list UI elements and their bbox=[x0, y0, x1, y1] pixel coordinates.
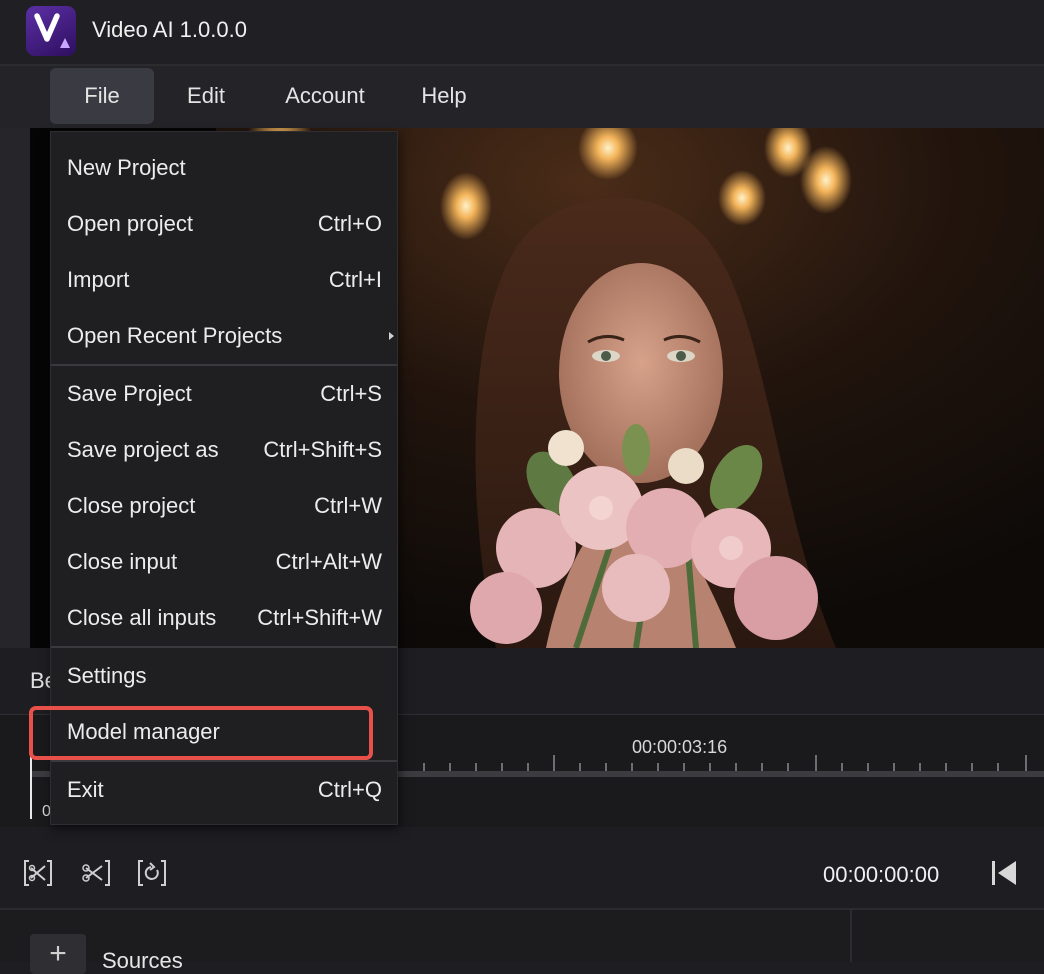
menu-item-import[interactable]: Import Ctrl+I bbox=[51, 252, 397, 308]
menu-item-shortcut: Ctrl+Alt+W bbox=[275, 549, 382, 574]
menu-item-label: Exit bbox=[67, 777, 104, 802]
reset-icon[interactable] bbox=[138, 858, 166, 888]
menu-item-shortcut: Ctrl+W bbox=[314, 493, 382, 518]
menu-item-save-project[interactable]: Save Project Ctrl+S bbox=[51, 366, 397, 422]
menu-item-shortcut: Ctrl+I bbox=[328, 267, 382, 292]
current-timecode: 00:00:00:00 bbox=[823, 862, 940, 887]
menu-item-label: Open Recent Projects bbox=[67, 323, 283, 348]
menu-item-open-project[interactable]: Open project Ctrl+O bbox=[51, 196, 397, 252]
menu-item-open-recent-projects[interactable]: Open Recent Projects bbox=[51, 308, 397, 364]
playhead[interactable] bbox=[30, 723, 32, 819]
sources-panel: + Sources bbox=[0, 908, 1044, 974]
menu-item-exit[interactable]: Exit Ctrl+Q bbox=[51, 762, 397, 818]
menu-item-label: Close project bbox=[67, 493, 196, 518]
video-ai-logo-icon bbox=[26, 6, 76, 56]
menu-item-shortcut: Ctrl+Shift+W bbox=[257, 605, 382, 630]
menu-item-label: Save Project bbox=[67, 381, 192, 406]
menu-item-settings[interactable]: Settings bbox=[51, 648, 397, 704]
menu-item-close-project[interactable]: Close project Ctrl+W bbox=[51, 478, 397, 534]
trim-icon[interactable] bbox=[80, 858, 110, 888]
menu-item-label: New Project bbox=[67, 155, 186, 180]
submenu-arrow-icon bbox=[389, 332, 394, 340]
menu-edit[interactable]: Edit bbox=[172, 68, 240, 124]
menu-item-shortcut: Ctrl+O bbox=[317, 211, 382, 236]
menu-item-close-input[interactable]: Close input Ctrl+Alt+W bbox=[51, 534, 397, 590]
menu-item-label: Open project bbox=[67, 211, 193, 236]
menu-item-label: Settings bbox=[67, 663, 147, 688]
split-icon[interactable] bbox=[24, 858, 52, 888]
app-title: Video AI 1.0.0.0 bbox=[92, 17, 247, 42]
menu-item-shortcut: Ctrl+Q bbox=[317, 777, 382, 802]
file-menu-dropdown: New Project Open project Ctrl+O Import C… bbox=[50, 131, 398, 825]
menu-item-label: Model manager bbox=[67, 719, 220, 744]
title-bar: Video AI 1.0.0.0 bbox=[0, 0, 1044, 66]
left-panel-edge bbox=[0, 128, 30, 648]
menu-item-close-all-inputs[interactable]: Close all inputs Ctrl+Shift+W bbox=[51, 590, 397, 646]
menu-account[interactable]: Account bbox=[272, 68, 378, 124]
playback-controls: 00:00:00:00 bbox=[0, 838, 1044, 908]
menu-file[interactable]: File bbox=[50, 68, 154, 124]
menu-item-model-manager[interactable]: Model manager bbox=[51, 704, 397, 760]
menu-item-label: Save project as bbox=[67, 437, 219, 462]
menu-item-label: Close input bbox=[67, 549, 178, 574]
menu-bar: File Edit Account Help bbox=[0, 66, 1044, 128]
menu-help[interactable]: Help bbox=[408, 68, 480, 124]
skip-to-start-icon[interactable] bbox=[990, 858, 1018, 888]
panel-divider bbox=[850, 910, 852, 962]
menu-item-label: Close all inputs bbox=[67, 605, 217, 630]
add-source-button[interactable]: + bbox=[30, 934, 86, 974]
menu-item-shortcut: Ctrl+Shift+S bbox=[263, 437, 382, 462]
menu-item-save-project-as[interactable]: Save project as Ctrl+Shift+S bbox=[51, 422, 397, 478]
menu-item-new-project[interactable]: New Project bbox=[51, 140, 397, 196]
sources-label: Sources bbox=[102, 948, 183, 973]
menu-item-label: Import bbox=[67, 267, 130, 292]
menu-item-shortcut: Ctrl+S bbox=[320, 381, 382, 406]
